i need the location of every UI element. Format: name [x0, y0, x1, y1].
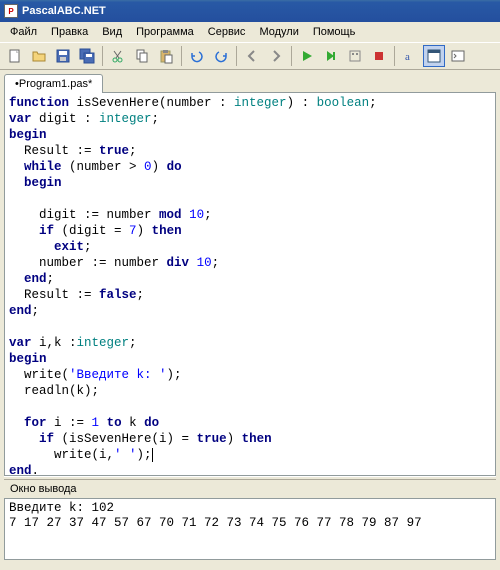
menu-help[interactable]: Помощь — [307, 24, 362, 40]
titlebar: P PascalABC.NET — [0, 0, 500, 22]
toolbar: a — [0, 42, 500, 70]
output-line: Введите k: 102 — [9, 501, 114, 515]
output-panel[interactable]: Введите k: 102 7 17 27 37 47 57 67 70 71… — [4, 498, 496, 560]
new-file-button[interactable] — [4, 45, 26, 67]
output-panel-title: Окно вывода — [4, 480, 496, 498]
menubar: Файл Правка Вид Программа Сервис Модули … — [0, 22, 500, 42]
window-title: PascalABC.NET — [22, 5, 106, 17]
copy-button[interactable] — [131, 45, 153, 67]
menu-service[interactable]: Сервис — [202, 24, 252, 40]
menu-program[interactable]: Программа — [130, 24, 200, 40]
run-no-debug-button[interactable] — [320, 45, 342, 67]
nav-forward-button[interactable] — [265, 45, 287, 67]
text-caret — [152, 448, 153, 462]
tabbar: •Program1.pas* — [0, 70, 500, 92]
menu-modules[interactable]: Модули — [253, 24, 304, 40]
save-button[interactable] — [52, 45, 74, 67]
menu-view[interactable]: Вид — [96, 24, 128, 40]
output-line: 7 17 27 37 47 57 67 70 71 72 73 74 75 76… — [9, 516, 429, 530]
immediate-window-button[interactable] — [447, 45, 469, 67]
undo-button[interactable] — [186, 45, 208, 67]
stop-button[interactable] — [368, 45, 390, 67]
paste-button[interactable] — [155, 45, 177, 67]
font-button[interactable]: a — [399, 45, 421, 67]
menu-edit[interactable]: Правка — [45, 24, 94, 40]
redo-button[interactable] — [210, 45, 232, 67]
open-file-button[interactable] — [28, 45, 50, 67]
run-button[interactable] — [296, 45, 318, 67]
nav-back-button[interactable] — [241, 45, 263, 67]
compile-button[interactable] — [344, 45, 366, 67]
code-editor[interactable]: function isSevenHere(number : integer) :… — [4, 92, 496, 476]
code-token: function — [9, 96, 69, 110]
app-icon: P — [4, 4, 18, 18]
svg-text:a: a — [405, 51, 410, 63]
form-designer-button[interactable] — [423, 45, 445, 67]
menu-file[interactable]: Файл — [4, 24, 43, 40]
file-tab[interactable]: •Program1.pas* — [4, 74, 103, 93]
cut-button[interactable] — [107, 45, 129, 67]
save-all-button[interactable] — [76, 45, 98, 67]
